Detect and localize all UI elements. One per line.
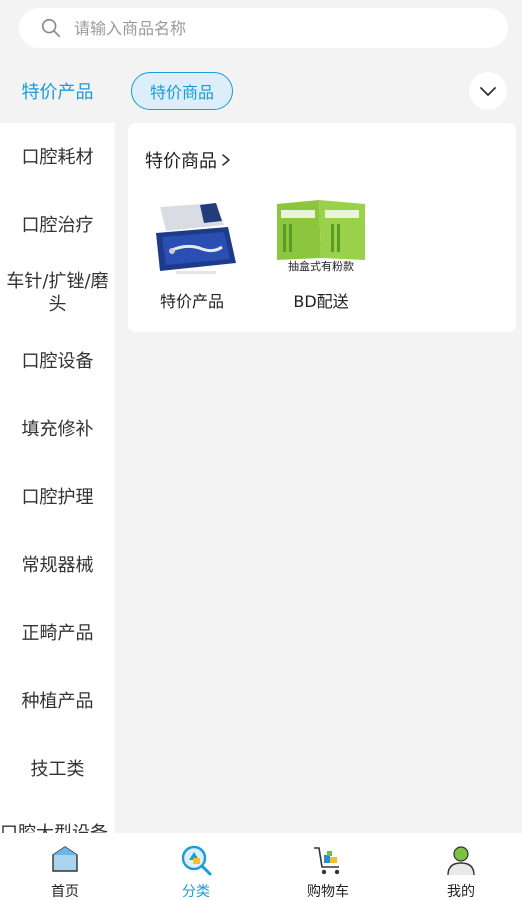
search-input[interactable] [74,13,454,43]
sidebar-item[interactable]: 车针/扩锉/磨头 [0,259,115,327]
tab-label: 我的 [447,884,475,900]
sidebar-item[interactable]: 种植产品 [0,667,115,735]
glove-box-image: 抽盒式有粉款 [275,200,367,273]
sidebar-item[interactable]: 口腔耗材 [0,123,115,191]
subcategory-pill-active[interactable]: 特价商品 [131,72,233,110]
tab-label: 分类 [182,884,210,900]
sidebar-item[interactable]: 填充修补 [0,395,115,463]
category-search-icon [181,845,212,876]
image-caption: 抽盒式有粉款 [288,259,354,272]
product-label: BD配送 [293,292,349,311]
search-bar [0,0,522,56]
dental-tool-box-image [142,185,242,285]
panel-title-link[interactable]: 特价商品 [145,147,231,173]
tab-label: 购物车 [307,884,349,900]
cart-icon [314,847,340,875]
sidebar-item[interactable]: 口腔护理 [0,463,115,531]
sidebar-item[interactable]: 技工类 [0,735,115,803]
product-panel: 特价商品 特价产品 抽盒式有粉款 BD配送 [128,123,516,332]
panel-title: 特价商品 [145,151,217,172]
current-category-label[interactable]: 特价产品 [0,60,115,122]
tab-label: 首页 [51,884,79,900]
category-header: 特价产品 特价商品 [0,60,522,122]
product-thumbnail[interactable]: 抽盒式有粉款 [275,200,367,273]
bottom-tab-bar: 首页 分类 购物车 我的 [0,833,522,900]
chevron-right-icon [222,154,230,166]
home-icon [52,846,78,872]
expand-subcategories-button[interactable] [469,72,507,110]
user-icon [447,846,475,876]
product-thumbnail[interactable] [142,185,242,285]
tab-cart[interactable]: 购物车 [263,833,393,900]
category-sidebar: 口腔耗材 口腔治疗 车针/扩锉/磨头 口腔设备 填充修补 口腔护理 常规器械 正… [0,123,115,833]
search-icon [41,18,61,38]
sidebar-item[interactable]: 口腔治疗 [0,191,115,259]
sidebar-item[interactable]: 正畸产品 [0,599,115,667]
chevron-down-icon [480,87,496,96]
search-box[interactable] [19,8,508,48]
tab-profile[interactable]: 我的 [396,833,522,900]
sidebar-item[interactable]: 常规器械 [0,531,115,599]
tab-category[interactable]: 分类 [131,833,261,900]
sidebar-item[interactable]: 口腔设备 [0,327,115,395]
sidebar-item[interactable]: 口腔大型设备 [0,819,115,834]
tab-home[interactable]: 首页 [0,833,130,900]
product-label: 特价产品 [159,292,224,311]
